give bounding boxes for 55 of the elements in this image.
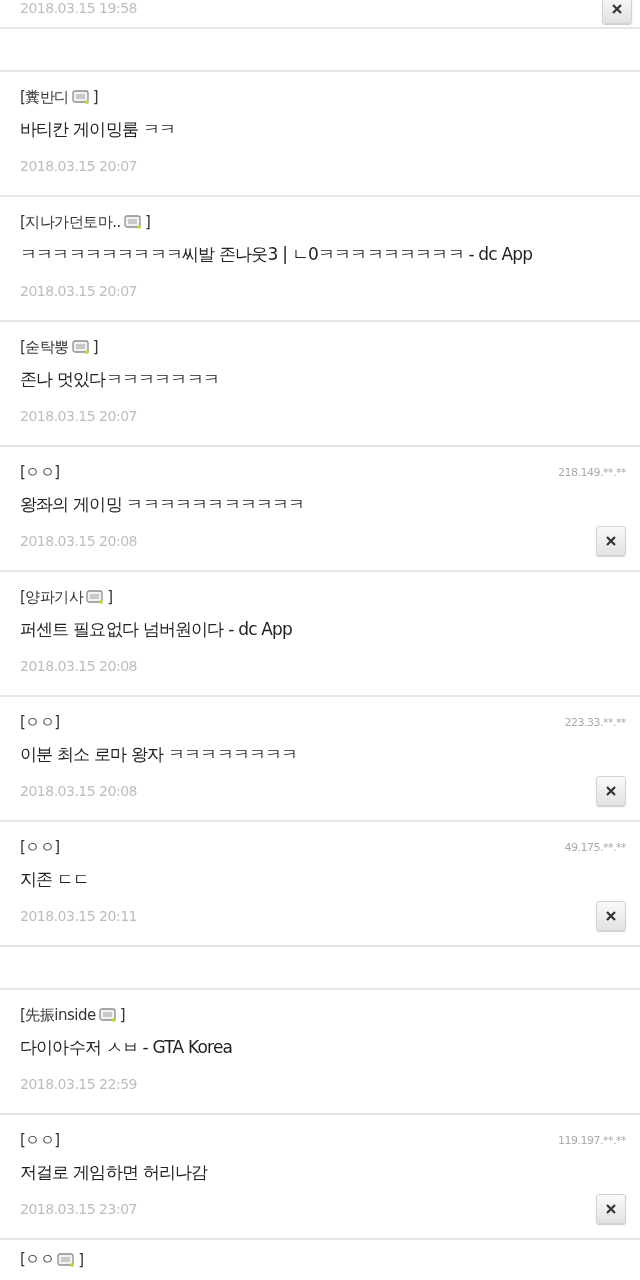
delete-button[interactable] — [596, 526, 626, 556]
comment-date: 2018.03.15 22:59 — [20, 1076, 137, 1092]
delete-button[interactable] — [596, 901, 626, 931]
ip-address: 223.33.**.** — [564, 715, 626, 729]
nickname[interactable]: [先振inside — [20, 1005, 96, 1025]
comment-date: 2018.03.15 23:07 — [20, 1201, 137, 1217]
comment-date: 2018.03.15 20:07 — [20, 283, 137, 299]
close-icon — [605, 535, 617, 547]
nickname[interactable]: [ㅇㅇ — [20, 1250, 55, 1269]
bracket: ] — [92, 88, 99, 106]
comment-date: 2018.03.15 20:08 — [20, 783, 137, 799]
comment-text: ㅋㅋㅋㅋㅋㅋㅋㅋㅋㅋ씨발 존나웃3 | ㄴ0ㅋㅋㅋㅋㅋㅋㅋㅋㅋ - dc App — [20, 243, 534, 266]
gallog-icon[interactable] — [71, 90, 90, 104]
gallog-icon[interactable] — [86, 590, 105, 604]
comment-text: 저걸로 게임하면 허리나감 — [20, 1161, 209, 1184]
comment-text: 바티칸 게이밍룸 ㅋㅋ — [20, 118, 176, 141]
nickname[interactable]: [ㅇㅇ] — [20, 462, 60, 482]
bracket: ] — [119, 1006, 126, 1024]
comment-text: 왕좌의 게이밍 ㅋㅋㅋㅋㅋㅋㅋㅋㅋㅋㅋ — [20, 493, 306, 516]
gallog-icon[interactable] — [57, 1252, 76, 1267]
delete-button[interactable] — [602, 0, 632, 24]
ip-address: 218.149.**.** — [558, 465, 626, 479]
comment-text: 지존 ㄷㄷ — [20, 868, 91, 891]
close-icon — [605, 785, 617, 797]
nickname[interactable]: [양파기사 — [20, 587, 84, 607]
comment-text: 퍼센트 필요없다 넘버원이다 - dc App — [20, 618, 294, 641]
bracket: ] — [92, 338, 99, 356]
comment-text: 이분 최소 로마 왕자 ㅋㅋㅋㅋㅋㅋㅋㅋ — [20, 743, 299, 766]
comment-text: 존나 멋있다ㅋㅋㅋㅋㅋㅋㅋ — [20, 368, 220, 391]
nickname[interactable]: [지나가던토마.. — [20, 212, 121, 232]
nickname[interactable]: [ㅇㅇ] — [20, 712, 60, 732]
nickname[interactable]: [숟탁뿡 — [20, 337, 69, 357]
gallog-icon[interactable] — [71, 340, 90, 354]
delete-button[interactable] — [596, 1194, 626, 1224]
nickname[interactable]: [ㅇㅇ] — [20, 837, 60, 857]
comment-date: 2018.03.15 20:08 — [20, 533, 137, 549]
delete-button[interactable] — [596, 776, 626, 806]
ip-address: 49.175.**.** — [564, 840, 626, 854]
bracket: ] — [107, 588, 113, 606]
ip-address: 119.197.**.** — [558, 1133, 626, 1147]
bracket: ] — [78, 1250, 84, 1269]
close-icon — [605, 1203, 617, 1215]
comment-date: 2018.03.15 20:08 — [20, 658, 137, 674]
comment-date: 2018.03.15 20:07 — [20, 408, 137, 424]
nickname[interactable]: [糞반디 — [20, 87, 69, 107]
comment-date: 2018.03.15 19:58 — [20, 0, 137, 16]
bracket: ] — [144, 213, 151, 231]
nickname[interactable]: [ㅇㅇ] — [20, 1130, 60, 1150]
gallog-icon[interactable] — [98, 1008, 117, 1022]
comment-date: 2018.03.15 20:11 — [20, 908, 137, 924]
comment-date: 2018.03.15 20:07 — [20, 158, 137, 174]
close-icon — [611, 3, 623, 15]
close-icon — [605, 910, 617, 922]
comment-text: 다이아수저 ㅅㅂ - GTA Korea — [20, 1036, 234, 1059]
gallog-icon[interactable] — [123, 215, 142, 229]
